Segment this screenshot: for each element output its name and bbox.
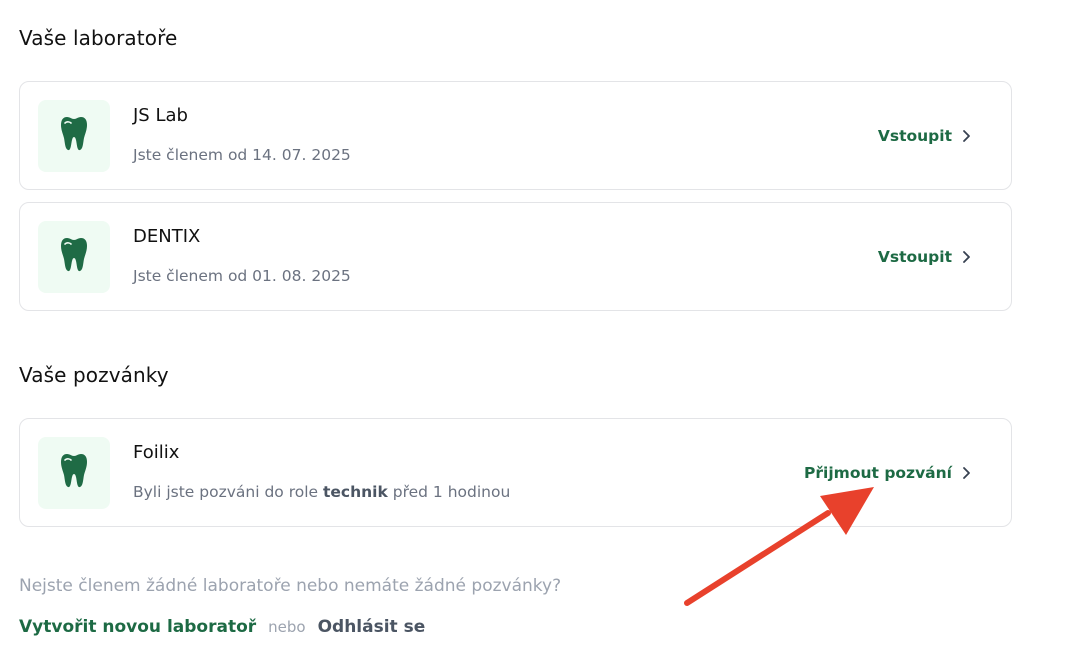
logout-link[interactable]: Odhlásit se (318, 617, 426, 637)
footer-actions: Vytvořit novou laboratoř nebo Odhlásit s… (19, 617, 425, 637)
tooth-icon (60, 116, 88, 156)
lab-membership-date: Jste členem od 01. 08. 2025 (133, 267, 351, 285)
create-lab-link[interactable]: Vytvořit novou laboratoř (19, 617, 256, 637)
lab-logo (38, 437, 110, 509)
invite-role: technik (323, 483, 388, 501)
accept-invite-button[interactable]: Přijmout pozvání (804, 419, 971, 526)
chevron-right-icon (962, 250, 971, 264)
chevron-right-icon (962, 466, 971, 480)
invite-card-foilix: Foilix Byli jste pozváni do role technik… (19, 418, 1012, 527)
invites-section-title: Vaše pozvánky (19, 363, 169, 387)
lab-selection-page: Vaše laboratoře JS Lab Jste členem od 14… (0, 0, 1068, 657)
invite-meta-suffix: před 1 hodinou (392, 483, 511, 501)
lab-card-js-lab: JS Lab Jste členem od 14. 07. 2025 Vstou… (19, 81, 1012, 190)
labs-section-title: Vaše laboratoře (19, 26, 178, 50)
lab-name: JS Lab (133, 105, 188, 126)
chevron-right-icon (962, 129, 971, 143)
invite-meta-prefix: Byli jste pozváni do role (133, 483, 319, 501)
lab-card-dentix: DENTIX Jste členem od 01. 08. 2025 Vstou… (19, 202, 1012, 311)
accept-invite-label: Přijmout pozvání (804, 463, 952, 482)
enter-lab-label: Vstoupit (877, 126, 952, 145)
tooth-icon (60, 453, 88, 493)
invite-lab-name: Foilix (133, 442, 180, 463)
tooth-icon (60, 237, 88, 277)
footer-separator: nebo (268, 618, 306, 636)
enter-lab-button[interactable]: Vstoupit (878, 82, 971, 189)
lab-name: DENTIX (133, 226, 201, 247)
lab-logo (38, 100, 110, 172)
lab-logo (38, 221, 110, 293)
lab-membership-date: Jste členem od 14. 07. 2025 (133, 146, 351, 164)
no-lab-question: Nejste členem žádné laboratoře nebo nemá… (19, 576, 562, 596)
enter-lab-label: Vstoupit (877, 247, 952, 266)
enter-lab-button[interactable]: Vstoupit (878, 203, 971, 310)
invite-details: Byli jste pozváni do role technik před 1… (133, 483, 510, 501)
